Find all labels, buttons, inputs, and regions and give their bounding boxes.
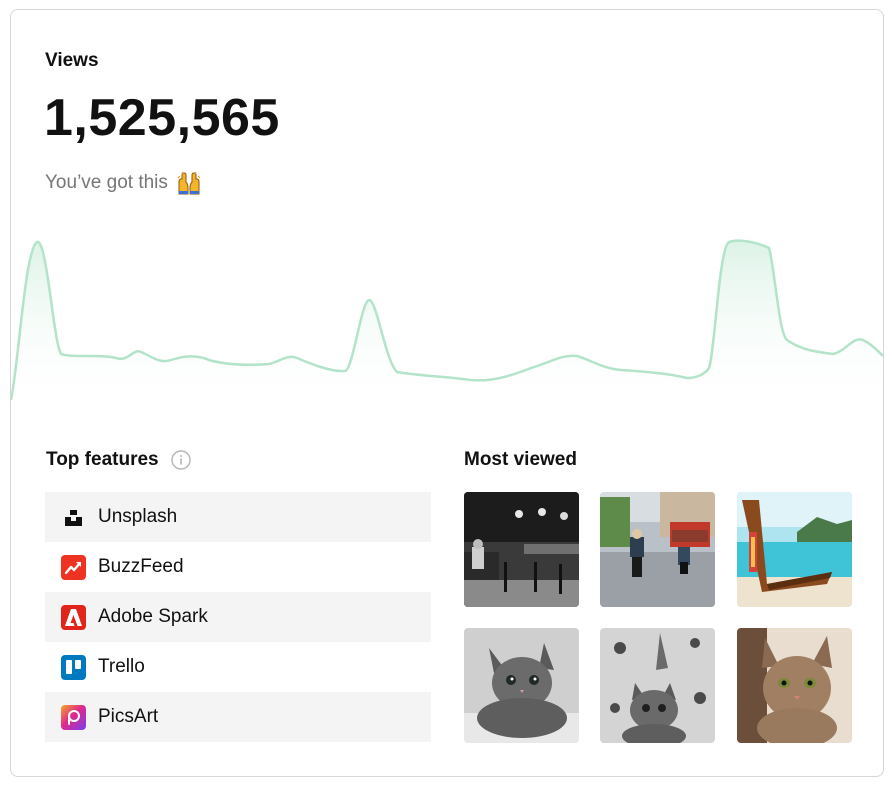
views-label: Views	[45, 50, 99, 71]
adobe-logo-icon	[61, 604, 86, 630]
feature-label: Unsplash	[98, 506, 178, 527]
longtail-boat-beach-photo[interactable]	[737, 492, 852, 607]
feature-label: Trello	[98, 656, 145, 677]
street-scooters-photo[interactable]	[600, 492, 715, 607]
feature-label: Adobe Spark	[98, 606, 208, 627]
kitten-playing-photo[interactable]	[600, 628, 715, 743]
buzzfeed-logo-icon	[61, 554, 86, 580]
feature-item-picsart[interactable]: PicsArt	[45, 692, 431, 742]
views-count: 1,525,565	[44, 89, 280, 147]
feature-label: PicsArt	[98, 706, 159, 727]
most-viewed-title: Most viewed	[464, 449, 577, 470]
top-features-header: Top features	[46, 449, 191, 471]
views-subtitle: You’ve got this	[45, 170, 202, 196]
views-card: Views 1,525,565 You’ve got this Top feat…	[10, 9, 884, 777]
unsplash-logo-icon	[61, 505, 86, 530]
top-features-list: Unsplash BuzzFeed Adobe Spark Trello Pic…	[45, 492, 431, 742]
kitten-portrait-photo[interactable]	[737, 628, 852, 743]
feature-item-buzzfeed[interactable]: BuzzFeed	[45, 542, 431, 592]
info-icon[interactable]	[170, 450, 191, 470]
views-sparkline-chart	[11, 239, 883, 410]
top-features-title: Top features	[46, 449, 159, 470]
trello-logo-icon	[61, 654, 86, 680]
cafe-interior-bw-photo[interactable]	[464, 492, 579, 607]
feature-item-unsplash[interactable]: Unsplash	[45, 492, 431, 542]
picsart-logo-icon	[61, 704, 86, 730]
feature-item-adobe-spark[interactable]: Adobe Spark	[45, 592, 431, 642]
raising-hands-emoji-icon	[176, 170, 202, 196]
sparkline-area	[11, 240, 883, 410]
kitten-lying-photo[interactable]	[464, 628, 579, 743]
feature-label: BuzzFeed	[98, 556, 184, 577]
subtitle-text: You’ve got this	[45, 172, 168, 193]
feature-item-trello[interactable]: Trello	[45, 642, 431, 692]
